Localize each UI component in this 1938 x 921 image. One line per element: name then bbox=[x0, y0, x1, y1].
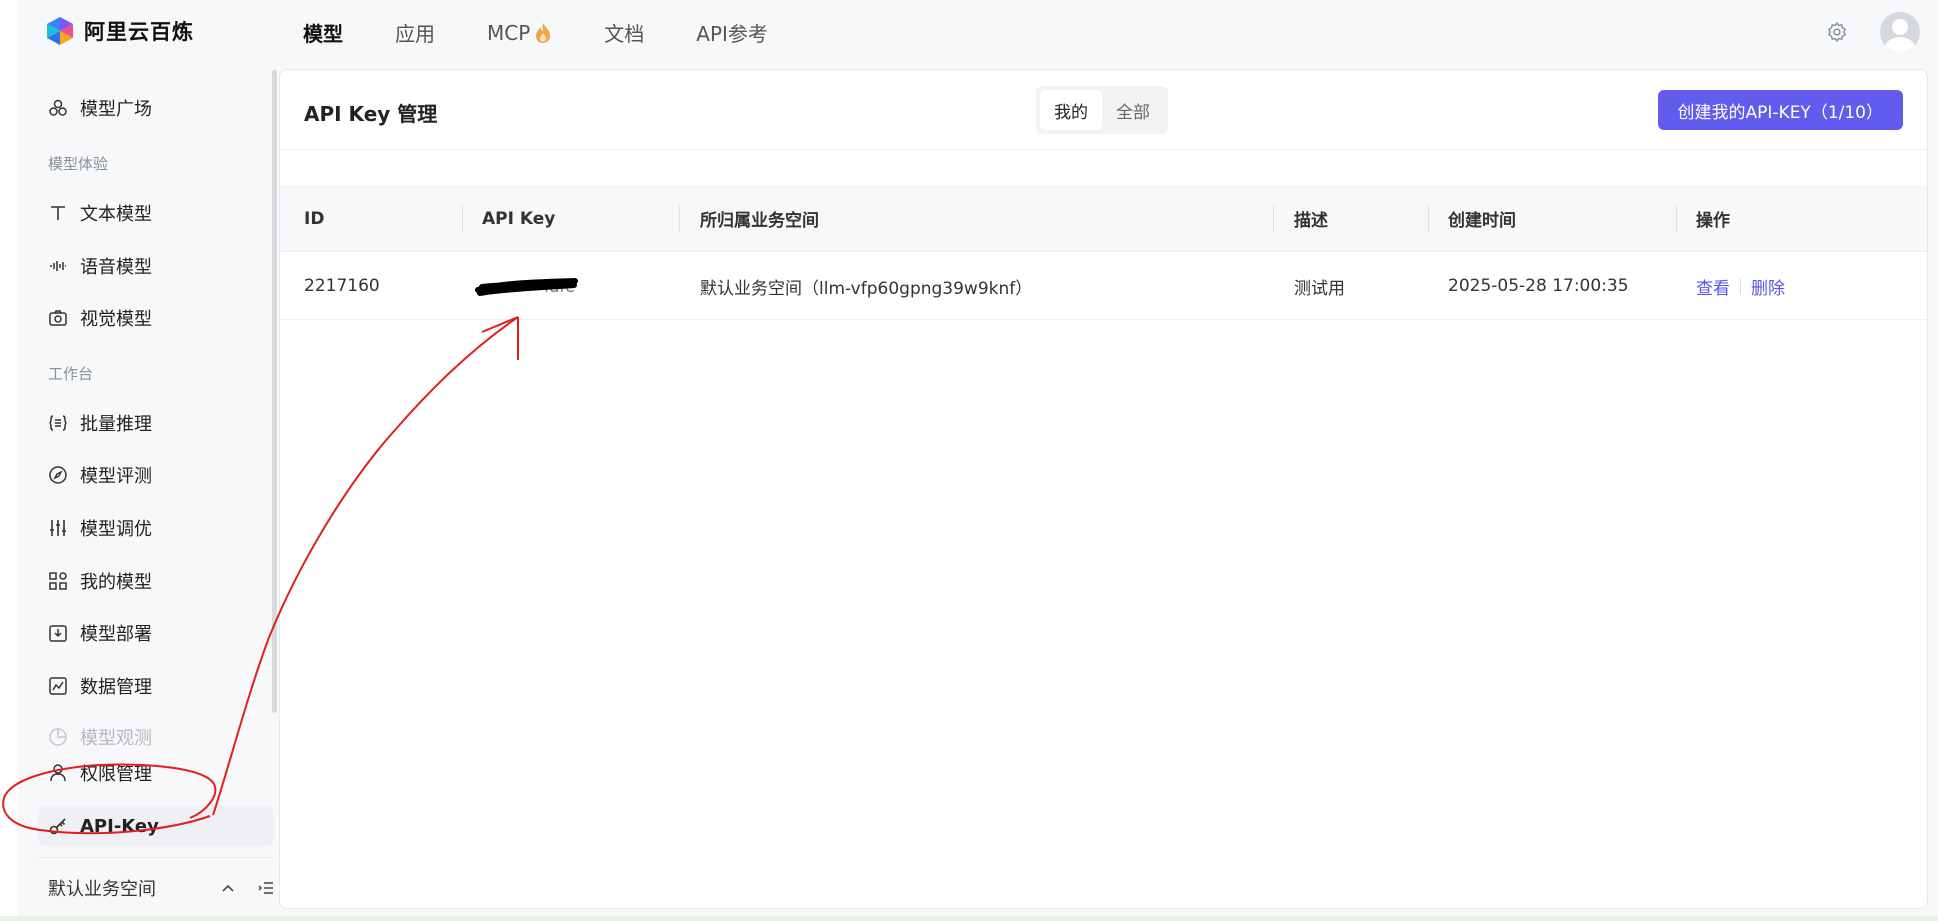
sidebar-item-label: 数据管理 bbox=[80, 677, 152, 698]
nav-label: 应用 bbox=[395, 22, 435, 46]
sidebar-item-text-model[interactable]: 文本模型 bbox=[38, 193, 274, 233]
download-box-icon bbox=[49, 625, 67, 642]
column-divider bbox=[1428, 206, 1429, 232]
sidebar-item-data[interactable]: 数据管理 bbox=[38, 666, 274, 706]
column-divider bbox=[1273, 206, 1274, 232]
cell-api-key: fafe bbox=[482, 252, 582, 320]
collapse-menu-icon[interactable] bbox=[256, 878, 276, 898]
workspace-name: 默认业务空间 bbox=[48, 879, 156, 900]
sidebar-group-workbench: 工作台 bbox=[48, 365, 94, 383]
column-divider bbox=[462, 206, 463, 232]
sidebar-item-audio-model[interactable]: 语音模型 bbox=[38, 246, 274, 286]
user-icon bbox=[50, 764, 66, 782]
sidebar-item-label: 视觉模型 bbox=[80, 309, 152, 330]
sidebar-item-label: 权限管理 bbox=[80, 764, 152, 785]
sidebar-item-observe[interactable]: 模型观测 bbox=[38, 717, 274, 757]
sidebar-item-deploy[interactable]: 模型部署 bbox=[38, 613, 274, 653]
column-header-api-key: API Key bbox=[482, 208, 556, 229]
logo-icon bbox=[47, 17, 73, 45]
nav-item-models[interactable]: 模型 bbox=[303, 18, 343, 47]
main-nav: 模型 应用 MCP 文档 API参考 bbox=[303, 18, 820, 47]
key-icon bbox=[49, 818, 66, 835]
nav-label: 文档 bbox=[604, 22, 645, 46]
sidebar-item-permission[interactable]: 权限管理 bbox=[38, 753, 274, 793]
braces-list-icon bbox=[49, 415, 67, 431]
api-key-visible-suffix: fafe bbox=[544, 276, 575, 296]
sidebar-item-label: API-Key bbox=[80, 815, 159, 837]
cell-desc: 测试用 bbox=[1294, 278, 1345, 299]
nav-label: MCP bbox=[487, 20, 531, 45]
model-square-icon bbox=[49, 99, 67, 116]
page-title: API Key 管理 bbox=[304, 102, 438, 126]
fire-icon bbox=[536, 22, 551, 43]
sidebar-item-label: 模型观测 bbox=[80, 728, 152, 749]
nav-label: API参考 bbox=[696, 22, 768, 46]
create-api-key-button[interactable]: 创建我的API-KEY（1/10） bbox=[1657, 90, 1903, 130]
sidebar-item-vision-model[interactable]: 视觉模型 bbox=[38, 298, 274, 338]
sidebar-item-label: 我的模型 bbox=[80, 572, 152, 593]
tab-all[interactable]: 全部 bbox=[1102, 90, 1164, 130]
column-header-ops: 操作 bbox=[1696, 211, 1730, 231]
column-header-desc: 描述 bbox=[1294, 211, 1328, 231]
top-navbar: 阿里云百炼 模型 应用 MCP 文档 API参考 bbox=[18, 0, 1938, 67]
bottom-edge bbox=[0, 916, 1938, 921]
sidebar-item-label: 批量推理 bbox=[80, 414, 152, 435]
workspace-switcher[interactable]: 默认业务空间 bbox=[48, 875, 276, 901]
chevron-up-icon[interactable] bbox=[218, 878, 238, 898]
tab-mine[interactable]: 我的 bbox=[1040, 90, 1102, 130]
sidebar-item-label: 模型调优 bbox=[80, 519, 152, 540]
sliders-icon bbox=[50, 520, 66, 536]
cell-ops: 查看 删除 bbox=[1696, 252, 1785, 320]
column-header-id: ID bbox=[304, 208, 325, 229]
column-divider bbox=[679, 206, 680, 232]
top-right-actions bbox=[1826, 12, 1920, 52]
sidebar-scrollbar[interactable] bbox=[272, 70, 277, 713]
nav-item-docs[interactable]: 文档 bbox=[604, 18, 644, 47]
sidebar-item-eval[interactable]: 模型评测 bbox=[38, 455, 274, 495]
compass-icon bbox=[49, 466, 67, 484]
table-header: ID API Key 所归属业务空间 描述 创建时间 操作 bbox=[280, 185, 1927, 252]
left-gutter bbox=[0, 0, 18, 921]
sidebar-item-my-models[interactable]: 我的模型 bbox=[38, 561, 274, 601]
sidebar-item-label: 语音模型 bbox=[80, 257, 152, 278]
avatar[interactable] bbox=[1880, 12, 1920, 52]
panel-header: API Key 管理 我的 全部 创建我的API-KEY（1/10） bbox=[280, 70, 1927, 150]
waveform-icon bbox=[50, 261, 66, 271]
cell-id: 2217160 bbox=[304, 276, 380, 296]
logo[interactable]: 阿里云百炼 bbox=[46, 16, 194, 46]
sidebar-item-label: 文本模型 bbox=[80, 204, 152, 225]
sidebar-item-label: 模型评测 bbox=[80, 466, 152, 487]
sidebar-item-model-square[interactable]: 模型广场 bbox=[38, 88, 274, 128]
sidebar: 模型广场 模型体验 文本模型 语音模型 视觉模型 工作台 批量推理 模型评测 模… bbox=[18, 67, 274, 916]
nav-item-api-ref[interactable]: API参考 bbox=[696, 18, 768, 47]
pie-icon bbox=[49, 728, 67, 746]
chart-line-icon bbox=[49, 677, 67, 695]
table-row: 2217160 fafe 默认业务空间（llm-vfp60gpng39w9knf… bbox=[280, 252, 1927, 320]
scope-segmented-control: 我的 全部 bbox=[1036, 86, 1168, 134]
nav-item-apps[interactable]: 应用 bbox=[395, 18, 435, 47]
camera-icon bbox=[49, 310, 67, 326]
gear-icon[interactable] bbox=[1826, 21, 1848, 43]
column-header-created: 创建时间 bbox=[1448, 211, 1516, 231]
column-header-workspace: 所归属业务空间 bbox=[700, 211, 819, 231]
nav-item-mcp[interactable]: MCP bbox=[487, 18, 552, 47]
cell-workspace: 默认业务空间（llm-vfp60gpng39w9knf） bbox=[700, 278, 1033, 299]
sidebar-item-label: 模型部署 bbox=[80, 624, 152, 645]
column-divider bbox=[1676, 206, 1677, 232]
cell-created: 2025-05-28 17:00:35 bbox=[1448, 276, 1629, 296]
delete-link[interactable]: 删除 bbox=[1751, 274, 1785, 299]
api-key-panel: API Key 管理 我的 全部 创建我的API-KEY（1/10） ID AP… bbox=[279, 69, 1928, 909]
sidebar-item-api-key[interactable]: API-Key bbox=[38, 806, 274, 846]
text-icon bbox=[51, 206, 65, 220]
sidebar-item-batch[interactable]: 批量推理 bbox=[38, 403, 274, 443]
sidebar-item-label: 模型广场 bbox=[80, 99, 152, 120]
nav-label: 模型 bbox=[303, 22, 343, 46]
view-link[interactable]: 查看 bbox=[1696, 274, 1730, 299]
app-title: 阿里云百炼 bbox=[84, 20, 194, 44]
sidebar-divider bbox=[38, 857, 274, 858]
sidebar-item-tune[interactable]: 模型调优 bbox=[38, 508, 274, 548]
grid-shapes-icon bbox=[49, 572, 67, 590]
ops-divider bbox=[1740, 278, 1741, 294]
sidebar-group-experience: 模型体验 bbox=[48, 155, 109, 173]
